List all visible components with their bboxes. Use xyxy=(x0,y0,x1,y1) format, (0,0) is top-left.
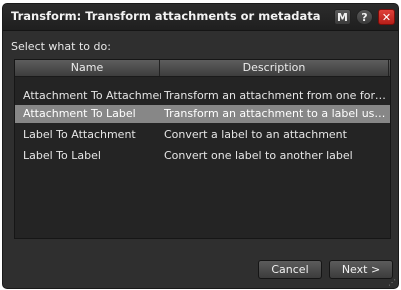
column-header-description[interactable]: Description xyxy=(160,60,389,76)
transform-dialog: Transform: Transform attachments or meta… xyxy=(2,3,399,289)
m-icon[interactable]: M xyxy=(334,9,351,25)
list-header: Name Description xyxy=(15,60,390,77)
close-icon[interactable]: ✕ xyxy=(378,9,395,25)
item-name: Attachment To Label xyxy=(23,107,136,120)
list-item[interactable]: Attachment To Attachment Transform an at… xyxy=(15,87,390,105)
item-name: Attachment To Attachment xyxy=(23,89,161,102)
list-item-selected[interactable]: Attachment To Label Transform an attachm… xyxy=(15,105,390,123)
next-button[interactable]: Next > xyxy=(329,260,393,279)
resize-grip-icon[interactable]: ⋰ xyxy=(388,278,396,287)
title-bar[interactable]: Transform: Transform attachments or meta… xyxy=(3,4,398,31)
list-item[interactable]: Label To Label Convert one label to anot… xyxy=(15,147,390,165)
help-icon[interactable]: ? xyxy=(356,9,373,25)
dialog-title: Transform: Transform attachments or meta… xyxy=(11,9,321,23)
cancel-button[interactable]: Cancel xyxy=(258,260,322,279)
item-name: Label To Attachment xyxy=(23,128,136,141)
select-prompt: Select what to do: xyxy=(11,40,111,53)
item-description: Transform an attachment to a label using… xyxy=(164,107,388,120)
column-header-name[interactable]: Name xyxy=(15,60,160,76)
item-description: Convert a label to an attachment xyxy=(164,128,347,141)
item-description: Transform an attachment from one form to… xyxy=(164,89,388,102)
transform-list[interactable]: Name Description Attachment To Attachmen… xyxy=(14,59,391,239)
list-item[interactable]: Label To Attachment Convert a label to a… xyxy=(15,126,390,144)
item-name: Label To Label xyxy=(23,149,101,162)
item-description: Convert one label to another label xyxy=(164,149,353,162)
